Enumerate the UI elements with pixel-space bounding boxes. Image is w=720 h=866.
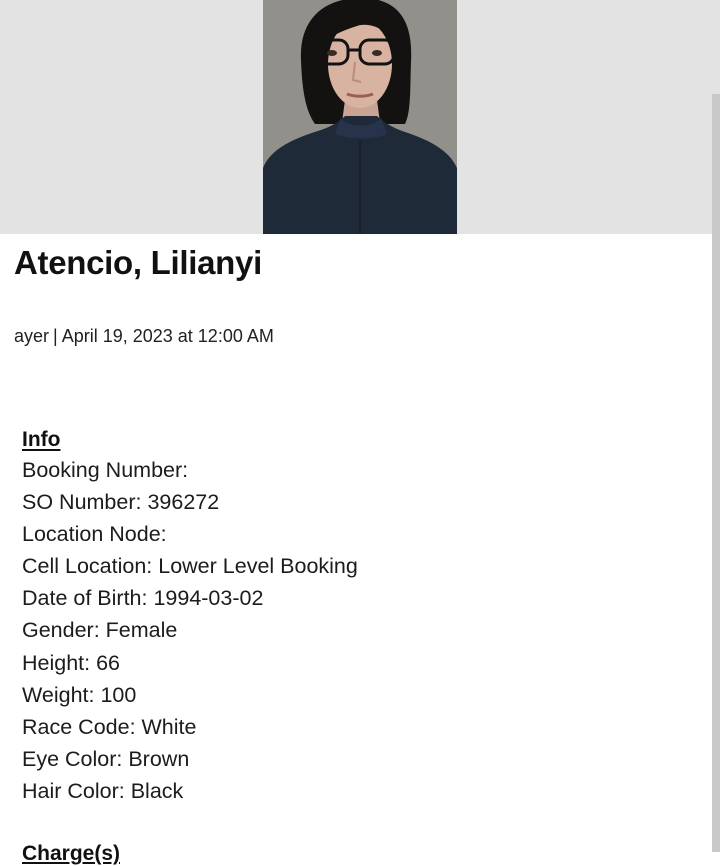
info-hair-color: Hair Color: Black xyxy=(22,778,184,803)
byline-date: April 19, 2023 at 12:00 AM xyxy=(61,326,274,346)
info-cell-location: Cell Location: Lower Level Booking xyxy=(22,554,358,579)
info-section: Info Booking Number: SO Number: 396272 L… xyxy=(22,425,358,807)
info-eye-color: Eye Color: Brown xyxy=(22,746,190,771)
info-so-number: SO Number: 396272 xyxy=(22,490,220,515)
info-race-code: Race Code: White xyxy=(22,714,197,739)
byline: ayer | April 19, 2023 at 12:00 AM xyxy=(14,326,274,347)
info-gender: Gender: Female xyxy=(22,618,178,643)
mugshot-photo xyxy=(263,0,457,234)
scrollbar-track[interactable] xyxy=(712,94,720,852)
info-heading: Info xyxy=(22,428,61,451)
info-weight: Weight: 100 xyxy=(22,682,137,707)
byline-author[interactable]: ayer xyxy=(14,326,49,346)
info-height: Height: 66 xyxy=(22,650,121,675)
info-location-node: Location Node: xyxy=(22,522,167,547)
inmate-name: Atencio, Lilianyi xyxy=(14,244,262,281)
info-booking-number: Booking Number: xyxy=(22,458,189,482)
charges-heading: Charge(s) xyxy=(22,842,121,865)
info-list: Booking Number: SO Number: 396272 Locati… xyxy=(22,454,358,807)
info-date-of-birth: Date of Birth: 1994-03-02 xyxy=(22,586,264,611)
byline-separator: | xyxy=(53,326,58,346)
